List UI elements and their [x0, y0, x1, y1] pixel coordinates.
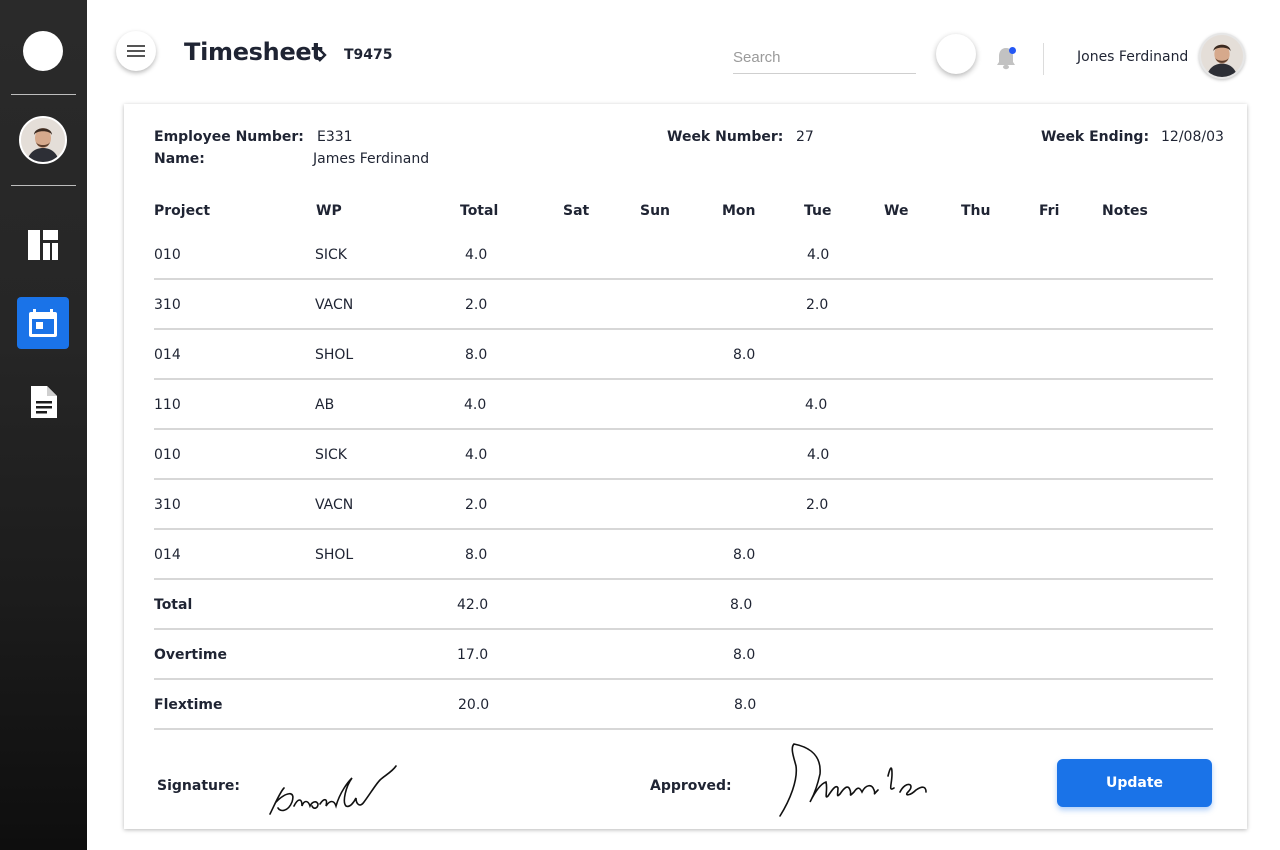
- notification-dot: [1009, 47, 1016, 54]
- cell-wp: SICK: [315, 247, 347, 263]
- cell-tue: 4.0: [805, 397, 828, 413]
- column-header-notes: Notes: [1102, 203, 1148, 219]
- row-divider: [154, 428, 1213, 430]
- cell-total: 4.0: [464, 397, 487, 413]
- column-header-project: Project: [154, 203, 211, 219]
- summary-total: 42.0: [457, 597, 489, 613]
- sidebar-item-dashboard[interactable]: [17, 219, 69, 271]
- row-divider: [154, 328, 1213, 330]
- action-circle-button[interactable]: [936, 34, 976, 74]
- cell-tue: 2.0: [806, 497, 829, 513]
- summary-label-total: Total: [154, 597, 193, 613]
- summary-total: 20.0: [458, 697, 490, 713]
- row-divider: [154, 378, 1213, 380]
- divider: [11, 94, 76, 95]
- cell-wp: SHOL: [315, 547, 354, 563]
- cell-project: 010: [154, 447, 181, 463]
- cell-project: 010: [154, 247, 181, 263]
- summary-mon: 8.0: [734, 697, 757, 713]
- row-divider: [154, 628, 1213, 630]
- summary-label-flextime: Flextime: [154, 697, 223, 713]
- hamburger-icon: [127, 45, 145, 57]
- cell-tue: 2.0: [806, 297, 829, 313]
- update-button[interactable]: Update: [1057, 759, 1212, 807]
- cell-project: 110: [154, 397, 181, 413]
- cell-total: 4.0: [465, 447, 488, 463]
- cell-mon: 8.0: [733, 347, 756, 363]
- search-input[interactable]: [733, 42, 916, 74]
- cell-wp: VACN: [315, 497, 354, 513]
- row-divider: [154, 728, 1213, 730]
- row-divider: [154, 528, 1213, 530]
- cell-wp: SICK: [315, 447, 347, 463]
- calendar-icon: [29, 309, 57, 337]
- summary-mon: 8.0: [733, 647, 756, 663]
- approved-label: Approved:: [650, 778, 732, 794]
- summary-mon: 8.0: [730, 597, 753, 613]
- row-divider: [154, 578, 1213, 580]
- page-title: Timesheet: [184, 38, 323, 66]
- cell-total: 2.0: [465, 297, 488, 313]
- divider: [1043, 43, 1044, 75]
- cell-total: 8.0: [465, 547, 488, 563]
- cell-project: 310: [154, 497, 181, 513]
- row-divider: [154, 278, 1213, 280]
- name-value: James Ferdinand: [313, 151, 430, 167]
- week-number-value: 27: [796, 129, 814, 145]
- week-number-label: Week Number:: [667, 129, 784, 145]
- column-header-total: Total: [460, 203, 499, 219]
- divider: [11, 185, 76, 186]
- timesheet-code: T9475: [344, 47, 393, 63]
- name-label: Name:: [154, 151, 205, 167]
- cell-project: 014: [154, 347, 181, 363]
- summary-total: 17.0: [457, 647, 489, 663]
- column-header-wed: We: [884, 203, 909, 219]
- sidebar-item-calendar[interactable]: [17, 297, 69, 349]
- row-divider: [154, 478, 1213, 480]
- document-icon: [31, 386, 57, 418]
- chevron-right-icon: [318, 48, 327, 62]
- column-header-wp: WP: [316, 203, 342, 219]
- column-header-tue: Tue: [804, 203, 832, 219]
- summary-label-overtime: Overtime: [154, 647, 228, 663]
- sidebar: [0, 0, 87, 850]
- menu-button[interactable]: [116, 31, 156, 71]
- signature-image: [269, 765, 397, 815]
- column-header-fri: Fri: [1039, 203, 1060, 219]
- week-ending-value: 12/08/03: [1161, 129, 1224, 145]
- column-header-mon: Mon: [722, 203, 756, 219]
- sidebar-avatar[interactable]: [19, 116, 67, 164]
- cell-wp: SHOL: [315, 347, 354, 363]
- cell-total: 8.0: [465, 347, 488, 363]
- column-header-thu: Thu: [961, 203, 991, 219]
- cell-project: 014: [154, 547, 181, 563]
- cell-wp: AB: [315, 397, 335, 413]
- cell-project: 310: [154, 297, 181, 313]
- avatar[interactable]: [1199, 33, 1245, 79]
- logo[interactable]: [23, 31, 63, 71]
- employee-number-label: Employee Number:: [154, 129, 304, 145]
- approval-signature-image: [779, 743, 927, 817]
- column-header-sun: Sun: [640, 203, 671, 219]
- dashboard-icon: [28, 230, 58, 260]
- signature-label: Signature:: [157, 778, 240, 794]
- cell-tue: 4.0: [807, 247, 830, 263]
- cell-total: 2.0: [465, 497, 488, 513]
- sidebar-item-documents[interactable]: [17, 376, 69, 428]
- cell-tue: 4.0: [807, 447, 830, 463]
- user-name: Jones Ferdinand: [1077, 49, 1189, 65]
- employee-number-value: E331: [317, 129, 353, 145]
- week-ending-label: Week Ending:: [1041, 129, 1150, 145]
- cell-total: 4.0: [465, 247, 488, 263]
- cell-wp: VACN: [315, 297, 354, 313]
- timesheet-card: Employee Number: E331 Name: James Ferdin…: [124, 104, 1247, 829]
- column-header-sat: Sat: [563, 203, 590, 219]
- row-divider: [154, 678, 1213, 680]
- cell-mon: 8.0: [733, 547, 756, 563]
